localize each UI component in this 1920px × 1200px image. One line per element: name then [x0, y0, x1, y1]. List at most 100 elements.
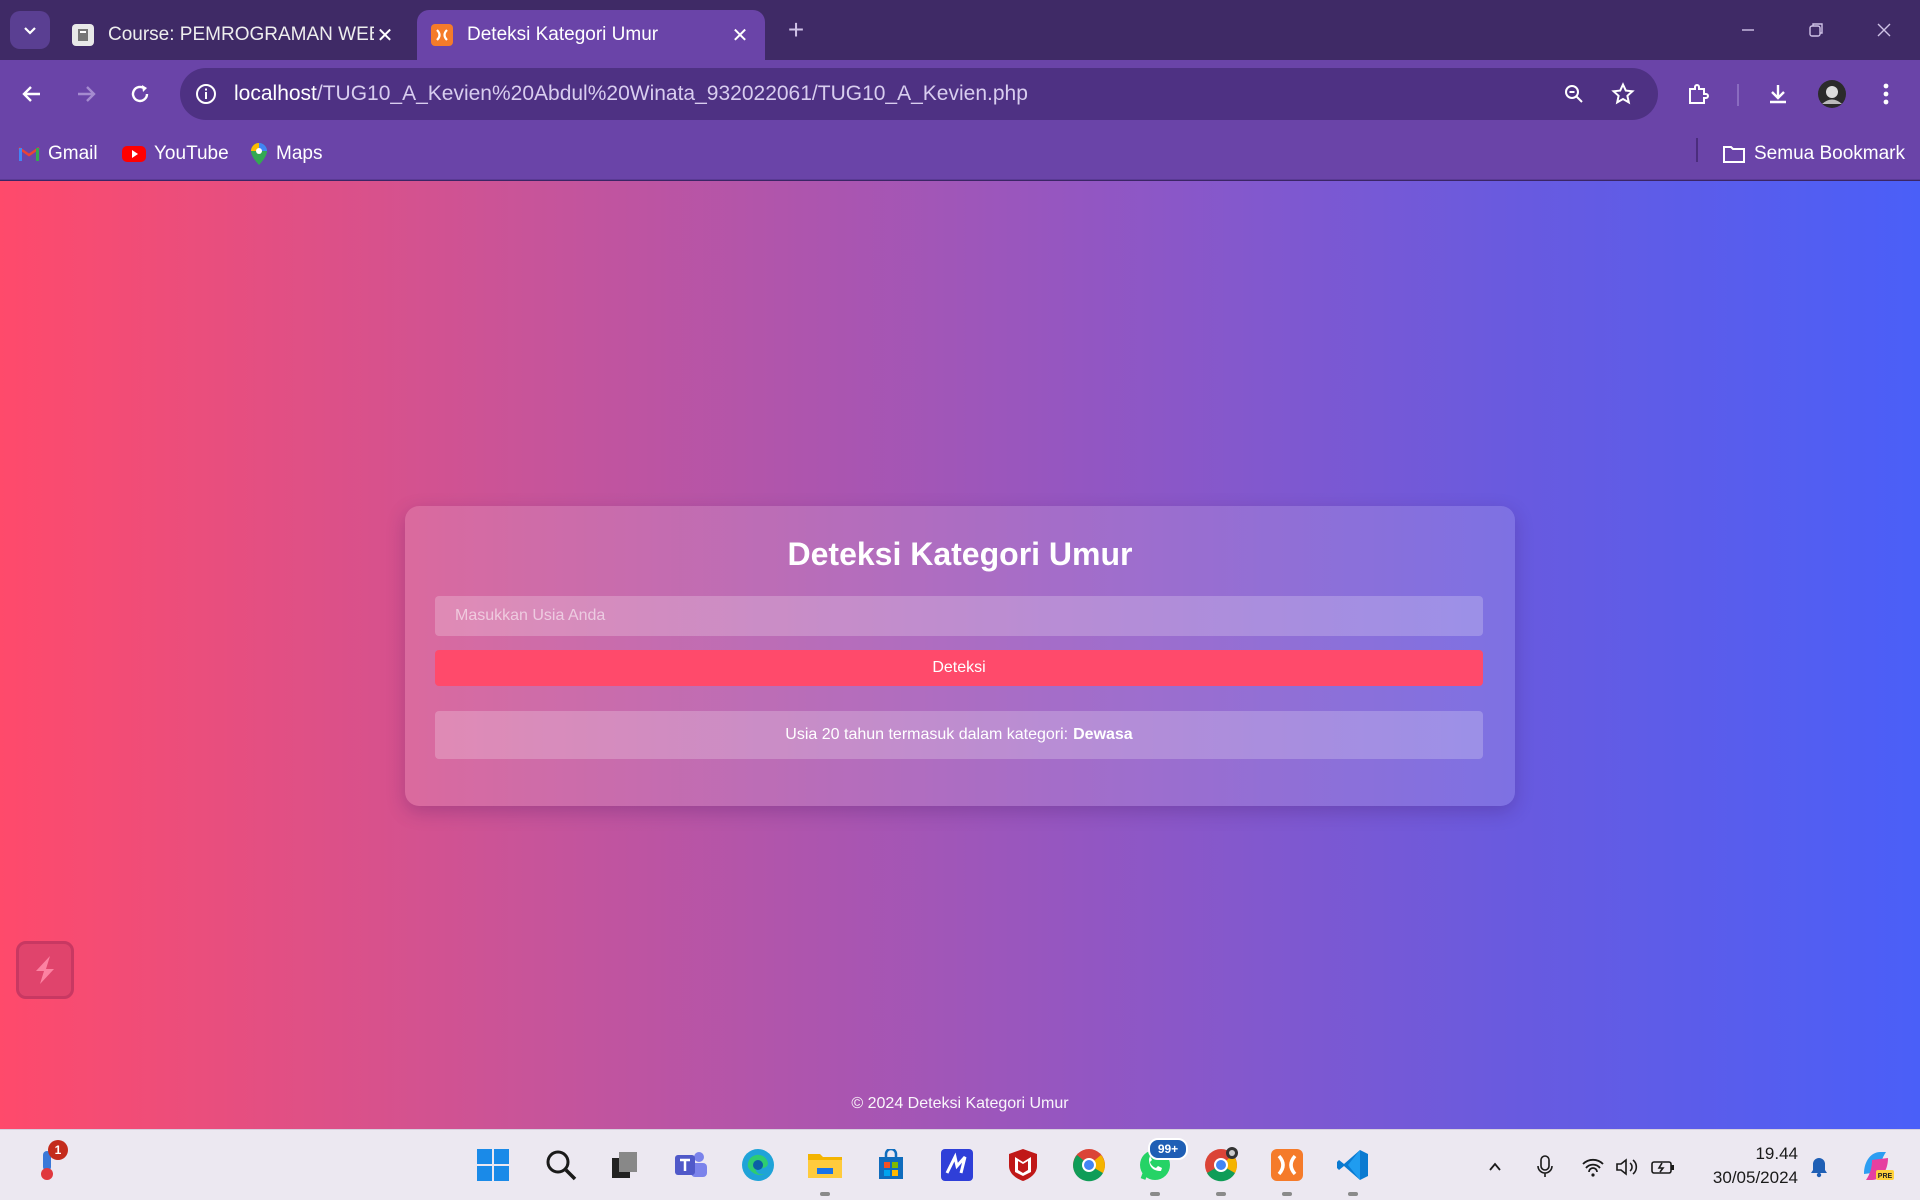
close-tab-icon[interactable]: ✕ [729, 24, 751, 47]
folder-icon [1722, 144, 1746, 164]
clock-date: 30/05/2024 [1712, 1168, 1798, 1187]
wifi-icon[interactable] [1578, 1152, 1608, 1182]
search-button[interactable] [538, 1142, 584, 1188]
restore-icon[interactable] [1796, 12, 1836, 48]
mcafee-app[interactable] [1000, 1142, 1046, 1188]
page-background: Deteksi Kategori Umur Deteksi Usia 20 ta… [0, 181, 1920, 1129]
back-arrow-icon[interactable] [14, 76, 50, 112]
bookmarks-bar: Gmail YouTube Maps Semua Bookmark [0, 128, 1920, 180]
mathway-icon [941, 1149, 973, 1181]
gmail-icon [18, 146, 40, 162]
youtube-icon [122, 145, 146, 163]
tab-title: Deteksi Kategori Umur [467, 24, 659, 45]
page-footer: © 2024 Deteksi Kategori Umur [851, 1095, 1069, 1112]
url-host: localhost [234, 82, 317, 105]
bookmark-youtube[interactable]: YouTube [122, 141, 229, 167]
result-box: Usia 20 tahun termasuk dalam kategori: D… [435, 711, 1483, 759]
edge-icon [742, 1149, 774, 1181]
close-window-icon[interactable] [1864, 12, 1904, 48]
browser-toolbar: localhost/TUG10_A_Kevien%20Abdul%20Winat… [0, 60, 1920, 128]
chevron-down-icon [24, 27, 36, 35]
xampp-icon [1271, 1149, 1303, 1181]
moodle-favicon-icon [72, 24, 94, 46]
system-clock[interactable]: 19.44 30/05/2024 [1688, 1142, 1798, 1190]
close-tab-icon[interactable]: ✕ [374, 24, 396, 47]
running-indicator [1282, 1192, 1292, 1196]
all-bookmarks-folder[interactable]: Semua Bookmark [1722, 141, 1905, 167]
forward-arrow-icon[interactable] [68, 76, 104, 112]
search-icon [546, 1150, 577, 1181]
chrome-app[interactable] [1066, 1142, 1112, 1188]
floating-app-button[interactable] [16, 941, 74, 999]
vscode-icon [1337, 1150, 1368, 1180]
age-input[interactable] [435, 596, 1483, 636]
running-indicator [1150, 1192, 1160, 1196]
zoom-icon[interactable] [1556, 76, 1592, 112]
folder-icon [808, 1154, 842, 1178]
copilot-icon[interactable]: PRE [1856, 1146, 1896, 1186]
toolbar-divider [1737, 84, 1739, 106]
notification-badge: 99+ [1148, 1138, 1188, 1160]
mcafee-shield-icon [1009, 1149, 1037, 1181]
svg-text:PRE: PRE [1878, 1173, 1893, 1180]
chrome-profile-app[interactable] [1198, 1142, 1244, 1196]
chevron-up-icon[interactable] [1480, 1152, 1510, 1182]
weather-widget[interactable]: 1 [24, 1140, 70, 1188]
vscode-app[interactable] [1330, 1142, 1376, 1196]
url-text[interactable]: localhost/TUG10_A_Kevien%20Abdul%20Winat… [234, 82, 1028, 106]
running-indicator [1348, 1192, 1358, 1196]
windows-start-icon [477, 1149, 509, 1181]
minimize-icon[interactable] [1728, 12, 1768, 48]
bookmark-maps[interactable]: Maps [250, 141, 322, 167]
chrome-icon [1073, 1149, 1105, 1182]
tab-course[interactable]: Course: PEMROGRAMAN WEB ✕ [58, 10, 410, 60]
teams-app[interactable] [668, 1142, 714, 1188]
notification-bell-icon[interactable] [1804, 1152, 1834, 1182]
bookmark-gmail[interactable]: Gmail [18, 141, 98, 167]
page-title: Deteksi Kategori Umur [787, 536, 1133, 572]
site-info-icon[interactable] [186, 74, 226, 114]
taskbar: 1 99+ 19.44 30/05/2024 PRE [0, 1129, 1920, 1200]
result-text: Usia 20 tahun termasuk dalam kategori: [785, 726, 1069, 743]
xampp-favicon-icon [431, 24, 453, 46]
tab-strip: Course: PEMROGRAMAN WEB ✕ Deteksi Katego… [0, 0, 1920, 60]
store-icon [879, 1149, 903, 1179]
detect-button[interactable]: Deteksi [435, 650, 1483, 686]
file-explorer-app[interactable] [802, 1142, 848, 1196]
bookmarks-divider [1696, 138, 1698, 162]
xampp-app[interactable] [1264, 1142, 1310, 1196]
tab-search-button[interactable] [10, 11, 50, 49]
microphone-icon[interactable] [1530, 1152, 1560, 1182]
clock-time: 19.44 [1755, 1144, 1798, 1163]
more-menu-icon[interactable] [1868, 76, 1904, 112]
new-tab-icon[interactable]: + [780, 14, 812, 46]
notification-badge: 1 [48, 1140, 68, 1160]
extensions-icon[interactable] [1680, 76, 1716, 112]
all-bookmarks-label: Semua Bookmark [1754, 143, 1906, 164]
running-indicator [820, 1192, 830, 1196]
task-view-icon [612, 1152, 637, 1178]
edge-app[interactable] [735, 1142, 781, 1188]
star-bookmark-icon[interactable] [1605, 76, 1641, 112]
start-button[interactable] [470, 1142, 516, 1188]
running-indicator [1216, 1192, 1226, 1196]
task-view-button[interactable] [602, 1142, 648, 1188]
maps-pin-icon [250, 142, 268, 166]
store-app[interactable] [868, 1142, 914, 1188]
chrome-icon [1205, 1147, 1238, 1182]
bookmark-label: YouTube [154, 143, 229, 164]
volume-icon[interactable] [1612, 1152, 1642, 1182]
battery-icon[interactable] [1648, 1152, 1678, 1182]
tab-deteksi[interactable]: Deteksi Kategori Umur ✕ [417, 10, 765, 60]
whatsapp-app[interactable]: 99+ [1132, 1138, 1188, 1196]
tab-title: Course: PEMROGRAMAN WEB [108, 24, 374, 45]
result-category: Dewasa [1073, 726, 1133, 743]
url-path: /TUG10_A_Kevien%20Abdul%20Winata_9320220… [316, 82, 1028, 105]
download-icon[interactable] [1760, 76, 1796, 112]
address-bar[interactable]: localhost/TUG10_A_Kevien%20Abdul%20Winat… [180, 68, 1658, 120]
reload-icon[interactable] [122, 76, 158, 112]
bookmark-label: Maps [276, 143, 323, 164]
mathway-app[interactable] [934, 1142, 980, 1188]
age-detector-card: Deteksi Kategori Umur Deteksi Usia 20 ta… [405, 506, 1515, 806]
profile-avatar[interactable] [1814, 76, 1850, 112]
